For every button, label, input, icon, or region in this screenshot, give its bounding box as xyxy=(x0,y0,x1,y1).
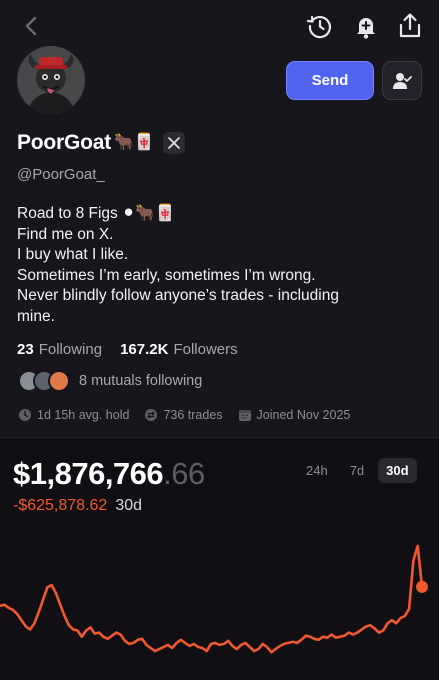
range-30d[interactable]: 30d xyxy=(378,458,417,483)
bio-line: Road to 8 Figs ⚫🐂🀄 xyxy=(17,204,427,225)
bio-line: Find me on X. xyxy=(17,225,114,243)
followers-label: Followers xyxy=(173,341,238,358)
balance-main: $1,876,766 xyxy=(13,456,164,491)
pnl-period: 30d xyxy=(115,497,143,514)
display-name: PoorGoat xyxy=(17,131,112,154)
followers-stat[interactable]: 167.2K Followers xyxy=(120,341,238,358)
bio-line: Never blindly follow anyone’s trades - i… xyxy=(17,287,339,304)
history-icon[interactable] xyxy=(306,12,334,40)
avg-hold: 1d 15h avg. hold xyxy=(37,408,130,422)
user-handle: @PoorGoat_ xyxy=(17,166,105,183)
user-check-icon xyxy=(393,72,412,89)
bio-line: mine. xyxy=(17,307,55,325)
portfolio-balance: $1,876,766.66 xyxy=(13,456,205,492)
bio-line: I buy what I like. xyxy=(17,246,129,263)
swap-icon xyxy=(145,409,158,421)
pnl-value: -$625,878.62 xyxy=(13,497,108,514)
avatar xyxy=(17,46,85,114)
trader-meta: 1d 15h avg. hold 736 trades Joined Nov 2… xyxy=(18,408,365,422)
follow-stats: 23 Following 167.2K Followers xyxy=(17,341,238,358)
calendar-icon xyxy=(238,410,251,421)
chart-current-point xyxy=(416,580,428,593)
mutuals-text: 8 mutuals following xyxy=(79,373,203,389)
following-count: 23 xyxy=(17,341,34,358)
x-link-icon[interactable] xyxy=(162,132,185,154)
pnl-chart[interactable] xyxy=(0,515,439,680)
range-7d[interactable]: 7d xyxy=(342,458,372,483)
name-emojis: 🐂🀄 xyxy=(114,134,154,151)
name-row: PoorGoat 🐂🀄 xyxy=(17,128,185,158)
following-label: Following xyxy=(38,341,103,358)
pnl-row: -$625,878.62 30d xyxy=(13,497,142,515)
mutual-avatar xyxy=(48,370,70,392)
bio: Road to 8 Figs ⚫🐂🀄 Find me on X. I buy w… xyxy=(17,204,427,327)
followers-count: 167.2K xyxy=(120,341,169,358)
back-chevron-icon[interactable] xyxy=(22,14,42,38)
range-24h[interactable]: 24h xyxy=(298,458,336,483)
bio-emojis: ⚫🐂🀄 xyxy=(121,205,176,223)
bell-plus-icon[interactable] xyxy=(352,12,380,40)
trade-count: 736 trades xyxy=(163,408,223,422)
bio-line-text: Road to 8 Figs xyxy=(17,205,118,222)
bio-line: Sometimes I’m early, sometimes I’m wrong… xyxy=(17,266,316,284)
joined-date: Joined Nov 2025 xyxy=(256,408,351,422)
follow-user-button[interactable] xyxy=(382,61,422,100)
following-stat[interactable]: 23 Following xyxy=(17,341,102,358)
mutuals-row[interactable]: 8 mutuals following xyxy=(18,370,202,392)
goat-avatar-image xyxy=(17,46,85,114)
range-selector: 24h 7d 30d xyxy=(298,458,417,483)
send-button[interactable]: Send xyxy=(286,61,374,100)
balance-cents: .66 xyxy=(163,456,205,491)
share-icon[interactable] xyxy=(396,12,424,40)
clock-icon xyxy=(19,409,31,421)
